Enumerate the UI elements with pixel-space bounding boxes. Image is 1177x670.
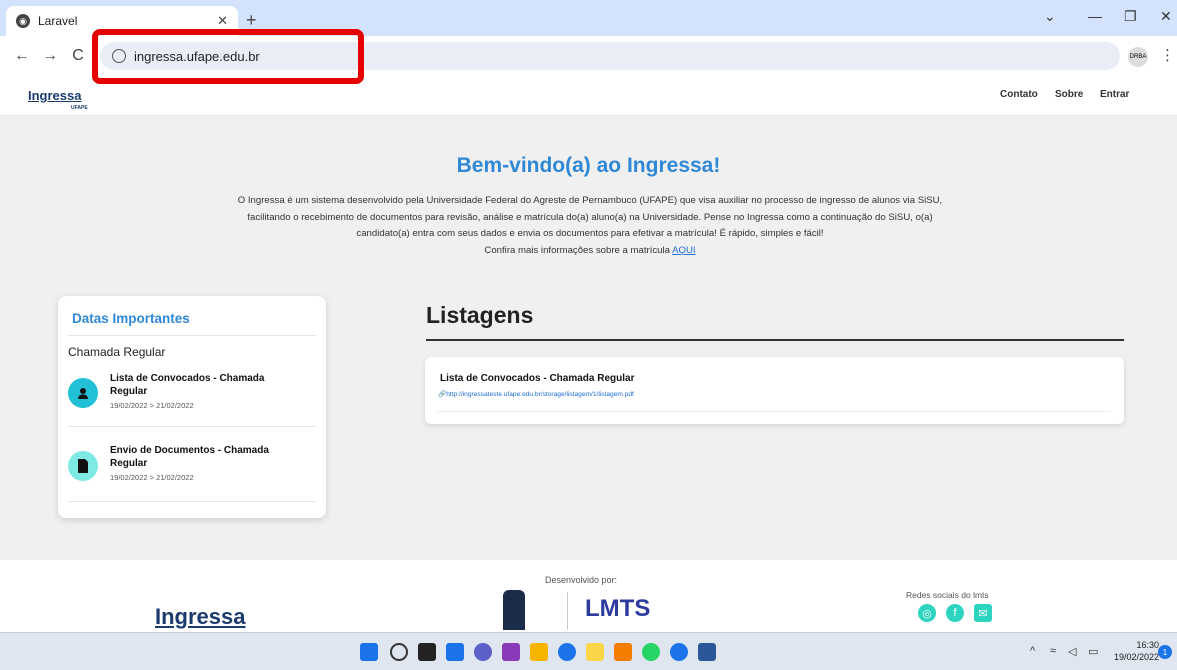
page-title: Bem-vindo(a) ao Ingressa! xyxy=(456,154,721,177)
profile-avatar[interactable]: DRBA xyxy=(1128,47,1148,67)
chat-icon[interactable] xyxy=(474,643,492,661)
intro-text: O Ingressa é um sistema desenvolvido pel… xyxy=(237,195,943,239)
nav-contato[interactable]: Contato xyxy=(1000,89,1038,100)
social-title: Redes sociais do lmts xyxy=(906,590,989,600)
reload-icon[interactable]: C xyxy=(64,47,92,65)
site-info-icon[interactable] xyxy=(112,49,126,63)
clock-date: 19/02/2022 xyxy=(1114,652,1160,662)
divider xyxy=(68,501,316,502)
widgets-icon[interactable] xyxy=(446,643,464,661)
file-explorer-icon[interactable] xyxy=(530,643,548,661)
lmts-logo: LMTS xyxy=(585,595,651,622)
event-date: 19/02/2022 > 21/02/2022 xyxy=(110,473,194,482)
browser-tab-bar: ◉ Laravel ✕ + ⌄ — ❐ ✕ xyxy=(0,0,1177,36)
globe-favicon-icon: ◉ xyxy=(16,14,30,28)
tab-title: Laravel xyxy=(38,14,78,28)
new-tab-button[interactable]: + xyxy=(246,10,257,31)
windows-taskbar: ^ ≈ ◁ ▭ 16:30 19/02/2022 1 xyxy=(0,632,1177,670)
instagram-icon[interactable]: ◎ xyxy=(918,604,936,622)
listagem-title: Lista de Convocados - Chamada Regular xyxy=(440,373,635,384)
listagem-link-text[interactable]: http://ingressateste.ufape.edu.br/storag… xyxy=(446,391,634,398)
listagem-link[interactable]: 🔗http://ingressateste.ufape.edu.br/stora… xyxy=(438,390,634,398)
system-clock[interactable]: 16:30 19/02/2022 xyxy=(1114,639,1159,663)
divider xyxy=(437,411,1111,412)
forward-icon[interactable]: → xyxy=(36,47,64,65)
battery-icon[interactable]: ▭ xyxy=(1088,645,1098,658)
minimize-icon[interactable]: — xyxy=(1088,8,1102,24)
wifi-icon[interactable]: ≈ xyxy=(1050,645,1056,657)
listagens-title: Listagens xyxy=(426,302,534,328)
volume-icon[interactable]: ◁ xyxy=(1068,645,1076,658)
app-icon[interactable] xyxy=(502,643,520,661)
footer-logo: Ingressa xyxy=(155,604,246,629)
intro-paragraph: O Ingressa é um sistema desenvolvido pel… xyxy=(220,193,960,259)
browser-toolbar: ← → C ingressa.ufape.edu.br xyxy=(0,36,1177,76)
app-icon[interactable] xyxy=(614,643,632,661)
notepad-icon[interactable] xyxy=(586,643,604,661)
divider xyxy=(68,335,316,336)
facebook-icon[interactable]: f xyxy=(946,604,964,622)
email-icon[interactable]: ✉ xyxy=(974,604,992,622)
nav-entrar[interactable]: Entrar xyxy=(1100,89,1129,100)
address-bar[interactable]: ingressa.ufape.edu.br xyxy=(100,42,1120,70)
word-icon[interactable] xyxy=(698,643,716,661)
site-header: Ingressa UFAPE Contato Sobre Entrar xyxy=(0,76,1177,116)
user-icon xyxy=(68,378,98,408)
listagens-rule xyxy=(426,339,1124,341)
important-dates-subtitle: Chamada Regular xyxy=(68,345,166,359)
ufape-tower-logo xyxy=(503,590,525,630)
chrome-icon[interactable] xyxy=(558,643,576,661)
close-window-icon[interactable]: ✕ xyxy=(1160,8,1172,25)
site-logo-sub: UFAPE xyxy=(71,105,88,111)
link-icon: 🔗 xyxy=(438,391,447,398)
back-icon[interactable]: ← xyxy=(8,47,36,65)
tab-search-icon[interactable]: ⌄ xyxy=(1044,8,1056,25)
developed-by-label: Desenvolvido por: xyxy=(545,575,618,585)
chevron-up-icon[interactable]: ^ xyxy=(1030,645,1035,657)
divider xyxy=(68,426,316,427)
important-dates-card: Datas Importantes Chamada Regular Lista … xyxy=(58,296,326,518)
browser-menu-icon[interactable]: ⋮ xyxy=(1160,46,1175,64)
close-tab-icon[interactable]: ✕ xyxy=(217,13,228,29)
chrome-profile-icon[interactable] xyxy=(670,643,688,661)
more-info-text: Confira mais informações sobre a matrícu… xyxy=(484,244,673,256)
browser-tab[interactable]: ◉ Laravel ✕ xyxy=(6,6,238,36)
event-date: 19/02/2022 > 21/02/2022 xyxy=(110,401,194,410)
divider xyxy=(567,592,568,630)
task-view-icon[interactable] xyxy=(418,643,436,661)
site-logo-text: Ingressa xyxy=(28,88,82,103)
more-info-link[interactable]: AQUI xyxy=(672,245,695,256)
event-title: Envio de Documentos - Chamada Regular xyxy=(110,445,269,469)
document-icon xyxy=(68,451,98,481)
whatsapp-icon[interactable] xyxy=(642,643,660,661)
event-title: Lista de Convocados - Chamada Regular xyxy=(110,373,265,397)
listagem-card: Lista de Convocados - Chamada Regular 🔗h… xyxy=(425,357,1124,424)
clock-time: 16:30 xyxy=(1136,640,1160,650)
restore-icon[interactable]: ❐ xyxy=(1124,8,1137,25)
start-icon[interactable] xyxy=(360,643,378,661)
notification-badge[interactable]: 1 xyxy=(1158,645,1172,659)
url-text: ingressa.ufape.edu.br xyxy=(134,48,260,64)
important-dates-title: Datas Importantes xyxy=(72,311,190,326)
site-logo[interactable]: Ingressa UFAPE xyxy=(28,88,88,111)
nav-sobre[interactable]: Sobre xyxy=(1055,89,1083,100)
search-icon[interactable] xyxy=(390,643,408,661)
site-footer: Ingressa Desenvolvido por: LMTS Redes so… xyxy=(0,560,1177,632)
